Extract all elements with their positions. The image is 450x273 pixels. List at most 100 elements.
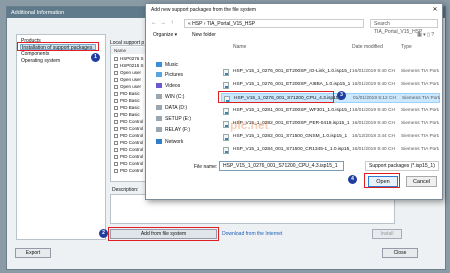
column-header-name[interactable]: Name — [233, 43, 246, 51]
row-checkbox[interactable] — [114, 70, 118, 75]
row-label: PID Control — [120, 168, 144, 173]
row-checkbox[interactable] — [114, 119, 118, 124]
row-checkbox[interactable] — [114, 140, 118, 145]
close-button[interactable]: Close — [382, 248, 418, 258]
tree-item-network[interactable]: Network — [156, 138, 183, 146]
dialog-title: Add new support packages from the file s… — [146, 4, 442, 17]
file-date: 16/01/2019 9:40 CH — [352, 147, 395, 152]
highlight-box-open — [364, 173, 400, 188]
row-checkbox[interactable] — [114, 154, 118, 159]
file-icon — [223, 108, 229, 115]
highlight-box-file — [218, 91, 334, 103]
file-type: Siemens TIA Portal — [401, 69, 439, 74]
nav-item-operating-system[interactable]: Operating system — [21, 58, 60, 64]
row-label: PID Control — [120, 140, 144, 145]
row-label: PID Control — [120, 119, 144, 124]
file-date: 16/01/2019 9:40 CH — [352, 69, 395, 74]
file-name-input[interactable]: HSP_V15_1_0276_001_S71200_CPU_4.3.isp15_… — [219, 161, 344, 171]
row-checkbox[interactable] — [114, 63, 118, 68]
drive-icon — [156, 116, 162, 122]
file-type-select[interactable]: Support packages (*.isp15_1) — [365, 161, 439, 171]
file-name-label: File name: — [194, 164, 218, 170]
row-checkbox[interactable] — [114, 77, 118, 82]
new-folder-button[interactable]: New folder — [192, 32, 216, 38]
folder-tree: Music Pictures Videos WIN (C:) DATA (D:)… — [150, 43, 220, 161]
column-header-date[interactable]: Date modified — [352, 43, 383, 51]
file-row[interactable]: HSP_V15_1_0276_001_ET200SP_IO-Link_1.0.i… — [221, 67, 440, 77]
file-type: Siemens TIA Portal — [401, 147, 439, 152]
tree-item-videos[interactable]: Videos — [156, 82, 180, 90]
row-checkbox[interactable] — [114, 98, 118, 103]
row-checkbox[interactable] — [114, 161, 118, 166]
install-button[interactable]: Install — [372, 229, 402, 239]
column-header-type[interactable]: Type — [401, 43, 412, 51]
tree-label: SETUP (E:) — [165, 116, 192, 122]
row-label: PID Basic — [120, 98, 140, 103]
tree-item-music[interactable]: Music — [156, 61, 178, 69]
file-name: HSP_V15_1_0284_001_S71500_CR1345-1_1.0.i… — [233, 147, 351, 152]
organize-menu[interactable]: Organize ▾ — [153, 32, 177, 38]
search-input[interactable]: Search TIA_Portal_V15_HSP — [370, 19, 438, 35]
drive-icon — [156, 105, 162, 111]
row-checkbox[interactable] — [114, 84, 118, 89]
tree-item-relay-f[interactable]: RELAY (F:) — [156, 126, 190, 134]
file-row[interactable]: HSP_V15_1_0281_001_ET200SP_WF301_1.0.isp… — [221, 106, 440, 116]
download-from-internet-link[interactable]: Download from the Internet — [222, 231, 282, 237]
row-checkbox[interactable] — [114, 91, 118, 96]
row-checkbox[interactable] — [114, 112, 118, 117]
file-name: HSP_V15_1_0281_001_ET200SP_WF301_1.0.isp… — [233, 108, 351, 113]
cancel-button[interactable]: Cancel — [406, 176, 437, 187]
table-header-name: Name — [114, 48, 127, 53]
row-label: PID Control — [120, 154, 144, 159]
row-label: PID Basic — [120, 91, 140, 96]
file-type: Siemens TIA Portal — [401, 134, 439, 139]
drive-icon — [156, 127, 162, 133]
row-label: Open user — [120, 84, 142, 89]
file-name: HSP_V15_1_0282_001_S71500_GNSM_1.0.isp15… — [233, 134, 348, 139]
tree-item-pictures[interactable]: Pictures — [156, 71, 183, 79]
file-date: 16/01/2019 9:40 CH — [352, 82, 395, 87]
step-badge-3: 3 — [337, 91, 346, 100]
file-row[interactable]: HSP_V15_1_0282_001_S71500_GNSM_1.0.isp15… — [221, 132, 440, 142]
file-icon — [223, 147, 229, 154]
row-checkbox[interactable] — [114, 147, 118, 152]
file-row[interactable]: HSP_V15_1_0276_001_ET200SP_AI8BA_1.0.isp… — [221, 80, 440, 90]
tree-item-setup-e[interactable]: SETUP (E:) — [156, 115, 191, 123]
tree-label: DATA (D:) — [165, 105, 188, 111]
network-icon — [156, 139, 162, 145]
tree-label: Videos — [165, 83, 181, 89]
file-row[interactable]: HSP_V15_1_0284_001_S71500_CR1345-1_1.0.i… — [221, 145, 440, 155]
file-date: 16/01/2019 9:40 CH — [352, 121, 395, 126]
file-type: Siemens TIA Portal — [401, 121, 439, 126]
highlight-box-nav — [17, 42, 99, 51]
tree-item-win-c[interactable]: WIN (C:) — [156, 93, 184, 101]
step-badge-4: 4 — [348, 175, 357, 184]
row-checkbox[interactable] — [114, 168, 118, 173]
row-checkbox[interactable] — [114, 126, 118, 131]
tree-label: WIN (C:) — [165, 94, 185, 100]
forward-arrow-icon[interactable]: → — [159, 20, 167, 28]
view-options-icon[interactable]: ▦ ▾ ▯ ? — [417, 32, 434, 38]
row-label: Open user — [120, 70, 142, 75]
nav-item-components[interactable]: Components — [21, 51, 49, 57]
path-field[interactable]: « HSP › TIA_Portal_V15_HSP — [184, 19, 364, 28]
address-bar: ← → ↑ « HSP › TIA_Portal_V15_HSP Search … — [150, 19, 438, 35]
tree-item-data-d[interactable]: DATA (D:) — [156, 104, 187, 112]
tree-label: Network — [165, 139, 184, 145]
row-checkbox[interactable] — [114, 56, 118, 61]
close-icon[interactable]: ✕ — [430, 6, 440, 15]
description-label: Description: — [112, 187, 139, 193]
tree-label: RELAY (F:) — [165, 127, 191, 133]
back-arrow-icon[interactable]: ← — [150, 20, 158, 28]
row-label: PID Control — [120, 133, 144, 138]
file-name: HSP_V15_1_0276_001_ET200SP_IO-Link_1.0.i… — [233, 69, 351, 74]
row-label: PID Basic — [120, 105, 140, 110]
up-arrow-icon[interactable]: ↑ — [168, 20, 176, 28]
pictures-icon — [156, 72, 162, 78]
row-label: PID Control — [120, 161, 144, 166]
file-icon — [223, 69, 229, 76]
export-button[interactable]: Export — [15, 248, 51, 258]
file-icon — [223, 121, 229, 128]
row-checkbox[interactable] — [114, 105, 118, 110]
row-checkbox[interactable] — [114, 133, 118, 138]
